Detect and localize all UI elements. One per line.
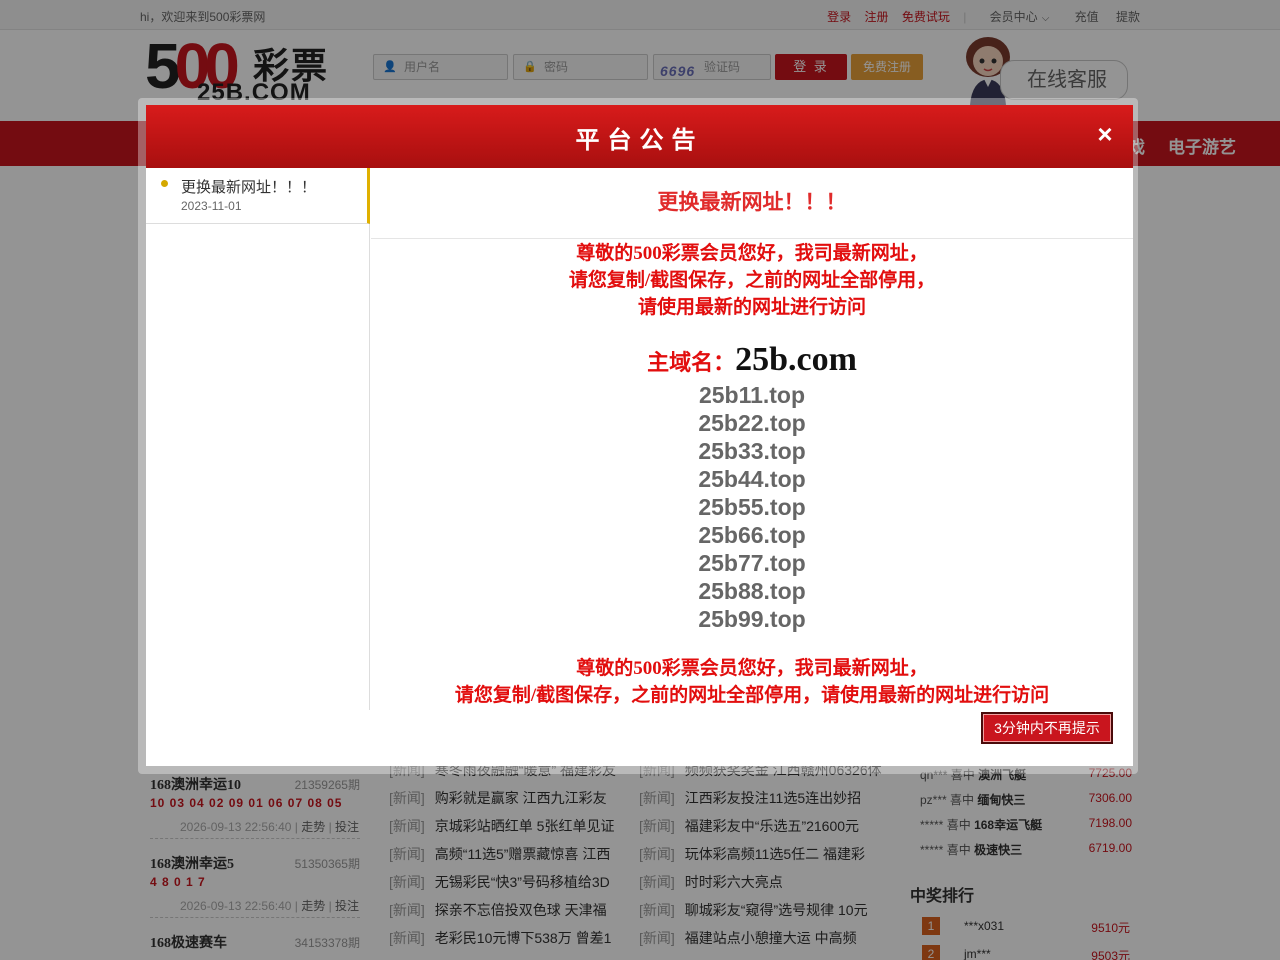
modal-title: 平台公告 — [575, 127, 704, 154]
announcement-title: 更换最新网址！！！ — [371, 168, 1133, 239]
notice-line: 请使用最新的网址进行访问 — [637, 297, 866, 318]
announcement-item-title: 更换最新网址！！！ — [181, 179, 317, 196]
notice-line: 请您复制/截图保存，之前的网址全部停用，请使用最新的网址进行访问 — [454, 685, 1050, 706]
notice-line: 请您复制/截图保存，之前的网址全部停用， — [568, 270, 936, 291]
mirror-domain: 25b88.top — [698, 578, 806, 604]
bullet-icon — [161, 180, 168, 187]
announcement-list-item[interactable]: 更换最新网址！！！ 2023-11-01 — [146, 168, 370, 224]
main-domain: 主域名：25b.com — [371, 341, 1133, 381]
mirror-domain: 25b33.top — [698, 438, 806, 464]
mirror-domain: 25b55.top — [698, 494, 806, 520]
notice-line: 尊敬的500彩票会员您好，我司最新网址， — [576, 658, 928, 679]
modal-header: 平台公告 × — [146, 105, 1133, 168]
announcement-list: 更换最新网址！！！ 2023-11-01 — [146, 168, 370, 710]
modal-panel: 平台公告 × 更换最新网址！！！ 2023-11-01 更换最新网址！！！ 尊敬… — [146, 105, 1133, 766]
dismiss-3min-button[interactable]: 3分钟内不再提示 — [981, 712, 1113, 744]
close-icon[interactable]: × — [1093, 119, 1117, 149]
announcement-body: 尊敬的500彩票会员您好，我司最新网址， 请您复制/截图保存，之前的网址全部停用… — [371, 240, 1133, 709]
mirror-domain-list: 25b11.top 25b22.top 25b33.top 25b44.top 25b5… — [371, 381, 1133, 633]
announcement-content[interactable]: 更换最新网址！！！ 尊敬的500彩票会员您好，我司最新网址， 请您复制/截图保存… — [371, 168, 1133, 710]
announcement-modal: 平台公告 × 更换最新网址！！！ 2023-11-01 更换最新网址！！！ 尊敬… — [138, 98, 1138, 774]
mirror-domain: 25b66.top — [698, 522, 806, 548]
notice-line: 尊敬的500彩票会员您好，我司最新网址， — [576, 243, 928, 264]
main-domain-value: 25b.com — [735, 341, 857, 378]
modal-footer: 3分钟内不再提示 — [146, 710, 1133, 766]
mirror-domain: 25b77.top — [698, 550, 806, 576]
main-domain-label: 主域名： — [647, 350, 736, 375]
announcement-item-date: 2023-11-01 — [181, 199, 242, 213]
mirror-domain: 25b99.top — [698, 606, 806, 632]
mirror-domain: 25b22.top — [698, 410, 806, 436]
mirror-domain: 25b11.top — [698, 382, 806, 408]
mirror-domain: 25b44.top — [698, 466, 806, 492]
